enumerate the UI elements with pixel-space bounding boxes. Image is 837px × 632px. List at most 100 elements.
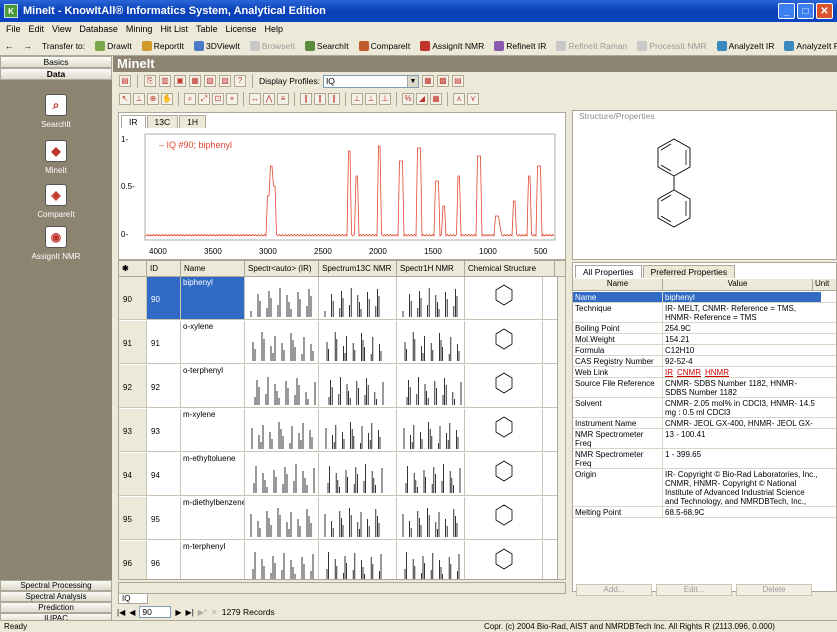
grid-header-corner[interactable]: ✱	[119, 261, 147, 276]
prop-col-value[interactable]: Value	[663, 279, 813, 290]
tool-compareit[interactable]: ◈ CompareIt	[0, 184, 112, 219]
first-record-button[interactable]: |◀	[117, 608, 125, 617]
basics-button[interactable]: Basics	[0, 56, 112, 68]
fit-icon[interactable]: ⊡	[212, 93, 224, 105]
last-record-button[interactable]: ▶|	[186, 608, 194, 617]
sheet-tab-iq[interactable]: IQ	[118, 594, 148, 604]
property-row[interactable]: NMR Spectrometer Freq 1 - 399.65	[573, 449, 836, 469]
open-icon[interactable]: ▤	[119, 75, 131, 87]
transfer-processit-nmr[interactable]: ProcessIt NMR	[632, 40, 711, 51]
range-icon[interactable]: ↔	[249, 93, 261, 105]
transfer-drawit[interactable]: DrawIt	[90, 40, 137, 51]
pan-icon[interactable]: ✋	[161, 93, 173, 105]
property-row[interactable]: Web Link IR CNMR HNMR	[573, 367, 836, 378]
transfer-3dviewit[interactable]: 3DViewIt	[189, 40, 245, 51]
property-row[interactable]: CAS Registry Number 92-52-4	[573, 356, 836, 367]
tab-all-properties[interactable]: All Properties	[575, 265, 642, 278]
property-row[interactable]: Formula C12H10	[573, 345, 836, 356]
prop-col-unit[interactable]: Unit	[813, 279, 836, 290]
table-row[interactable]: 92 92 o-terphenyl	[119, 365, 559, 408]
prop-col-name[interactable]: Name	[573, 279, 663, 290]
edit-property-button[interactable]: Edit...	[656, 584, 732, 596]
bars-icon[interactable]: ∥	[300, 93, 312, 105]
transfer-refineit-raman[interactable]: RefineIt Raman	[551, 40, 632, 51]
tool-assignit-nmr[interactable]: ◉ AssignIt NMR	[0, 226, 112, 261]
menu-table[interactable]: Table	[192, 24, 222, 34]
tab-ir[interactable]: IR	[121, 115, 146, 128]
tab-13c[interactable]: 13C	[146, 115, 179, 128]
grid-header-structure[interactable]: Chemical Structure	[465, 261, 555, 276]
spectral-analysis-button[interactable]: Spectral Analysis	[0, 591, 112, 602]
ir-spectrum-plot[interactable]: – IQ #90; biphenyl 1- 0.5- 0- 4000 3500 30…	[119, 128, 565, 260]
property-row[interactable]: NMR Spectrometer Freq 13 - 100.41	[573, 429, 836, 449]
close-button[interactable]: ✕	[816, 3, 833, 19]
scale-icon[interactable]: %	[402, 93, 414, 105]
back-button[interactable]: ←	[0, 41, 19, 51]
minimize-button[interactable]: _	[778, 3, 795, 19]
grid-header-1h[interactable]: Spectr1H NMR	[397, 261, 465, 276]
histogram3-icon[interactable]: ⊥	[379, 93, 391, 105]
tab-preferred-properties[interactable]: Preferred Properties	[642, 265, 736, 278]
new-record-button[interactable]: ▶*	[198, 608, 207, 617]
display-profile-select[interactable]: IQ ▼	[322, 74, 419, 88]
label-icon[interactable]: ◢	[416, 93, 428, 105]
compare-icon[interactable]: ⋎	[467, 93, 479, 105]
print-icon[interactable]: ▨	[219, 75, 231, 87]
menu-file[interactable]: File	[2, 24, 25, 34]
property-row[interactable]: Mol.Weight 154.21	[573, 334, 836, 345]
peak-icon[interactable]: ⊥	[133, 93, 145, 105]
transfer-assignit-nmr[interactable]: AssignIt NMR	[415, 40, 489, 51]
delete-property-button[interactable]: Delete	[736, 584, 812, 596]
menu-hit-list[interactable]: Hit List	[156, 24, 192, 34]
table-row[interactable]: 96 96 m-terphenyl	[119, 541, 559, 579]
web-link-ir[interactable]: IR	[665, 368, 673, 377]
grid-header-name[interactable]: Name	[181, 261, 245, 276]
grid-view-icon[interactable]: ▦	[421, 75, 434, 87]
property-row[interactable]: Name biphenyl	[573, 292, 836, 303]
zoom-icon[interactable]: ⊕	[147, 93, 159, 105]
help-icon[interactable]: ?	[234, 75, 246, 87]
crosshair-icon[interactable]: +	[226, 93, 238, 105]
overlay-icon[interactable]: ⋀	[263, 93, 275, 105]
histogram-icon[interactable]: ⊥	[351, 93, 363, 105]
table-row[interactable]: 93 93 m-xylene	[119, 409, 559, 452]
property-row[interactable]: Melting Point 68.5-68.9C	[573, 507, 836, 518]
paste-icon[interactable]: ▥	[159, 75, 171, 87]
transfer-searchit[interactable]: SearchIt	[300, 40, 354, 51]
grid-header-13c[interactable]: Spectrum13C NMR	[319, 261, 397, 276]
grid-header-id[interactable]: ID	[147, 261, 181, 276]
tab-1h[interactable]: 1H	[179, 115, 206, 128]
property-row[interactable]: Origin IR- Copyright © Bio-Rad Laboratori…	[573, 469, 836, 507]
web-link-hnmr[interactable]: HNMR	[705, 368, 729, 377]
menu-help[interactable]: Help	[261, 24, 288, 34]
forward-button[interactable]: →	[19, 41, 38, 51]
transfer-browseit[interactable]: BrowseIt	[245, 40, 300, 51]
layout-icon[interactable]: ▩	[436, 75, 449, 87]
tool-mineit[interactable]: ◆ MineIt	[0, 140, 112, 175]
property-row[interactable]: Instrument Name CNMR- JEOL GX-400, HNMR- …	[573, 418, 836, 429]
grid-icon[interactable]: ▦	[430, 93, 442, 105]
spectral-processing-button[interactable]: Spectral Processing	[0, 580, 112, 591]
menu-view[interactable]: View	[48, 24, 75, 34]
property-row[interactable]: Solvent CNMR- 2.05 mol% in CDCl3, HNMR- 1…	[573, 398, 836, 418]
property-row[interactable]: Source File Reference CNMR- SDBS Number 1…	[573, 378, 836, 398]
data-button[interactable]: Data	[0, 68, 112, 80]
bars2-icon[interactable]: ∥	[314, 93, 326, 105]
menu-license[interactable]: License	[221, 24, 260, 34]
menu-edit[interactable]: Edit	[25, 24, 49, 34]
add-property-button[interactable]: Add...	[576, 584, 652, 596]
record-number-input[interactable]: 90	[139, 606, 172, 618]
delete-record-button[interactable]: ✕	[211, 608, 218, 617]
pointer-icon[interactable]: ↖	[119, 93, 131, 105]
property-row[interactable]: Boiling Point 254.9C	[573, 323, 836, 334]
transfer-analyzeit-r[interactable]: AnalyzeIt R	[779, 40, 837, 51]
next-record-button[interactable]: ▶	[175, 608, 181, 617]
table-row[interactable]: 95 95 m-diethylbenzene	[119, 497, 559, 540]
color-grid-icon[interactable]: ▤	[451, 75, 464, 87]
table-icon[interactable]: ▦	[189, 75, 201, 87]
grid-horizontal-scrollbar[interactable]	[118, 582, 566, 594]
maximize-button[interactable]: □	[797, 3, 814, 19]
assign-icon[interactable]: ⋏	[453, 93, 465, 105]
table-row[interactable]: 91 91 o-xylene	[119, 321, 559, 364]
menu-database[interactable]: Database	[75, 24, 122, 34]
